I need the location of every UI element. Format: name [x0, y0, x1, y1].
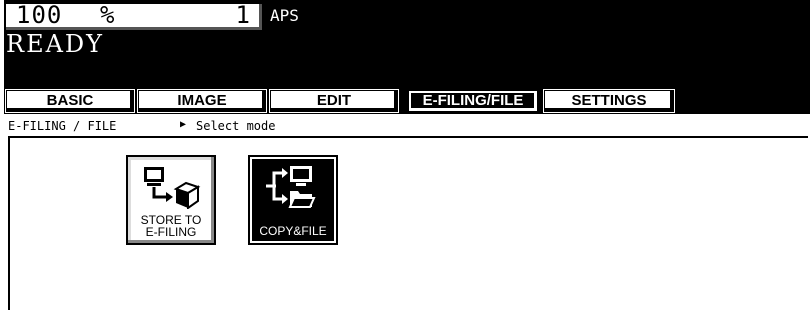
status-header: 100 % 1 APS READY BASIC IMAGE EDIT E-FIL…: [4, 0, 810, 114]
store-to-efiling-button[interactable]: STORE TO E-FILING: [126, 155, 216, 245]
tab-image[interactable]: IMAGE: [138, 90, 266, 112]
tab-e-filing-file[interactable]: E-FILING/FILE: [408, 90, 538, 112]
tab-image-label: IMAGE: [177, 92, 227, 109]
tab-settings[interactable]: SETTINGS: [544, 90, 674, 112]
right-arrow-icon: ▶: [180, 119, 187, 130]
zoom-value: 100: [16, 1, 63, 29]
store-to-efiling-label-line2: E-FILING: [145, 225, 197, 239]
copier-control-panel: 100 % 1 APS READY BASIC IMAGE EDIT E-FIL…: [4, 0, 810, 310]
tab-basic-label: BASIC: [46, 92, 94, 109]
tab-edit[interactable]: EDIT: [270, 90, 398, 112]
tab-e-filing-file-label: E-FILING/FILE: [422, 92, 524, 109]
copy-and-file-button[interactable]: COPY&FILE: [248, 155, 338, 245]
tab-edit-label: EDIT: [316, 92, 352, 109]
breadcrumb-section: E-FILING / FILE: [8, 119, 117, 133]
copy-and-file-icon: [266, 166, 316, 208]
breadcrumb-prompt: Select mode: [196, 119, 276, 133]
breadcrumb: E-FILING / FILE ▶ Select mode: [8, 118, 808, 138]
zoom-percent-sign: %: [100, 1, 115, 29]
tab-basic[interactable]: BASIC: [6, 90, 134, 112]
quantity-display: 100 % 1: [6, 1, 262, 30]
paper-mode-indicator: APS: [270, 6, 299, 25]
copy-count: 1: [235, 1, 250, 29]
tab-settings-label: SETTINGS: [571, 92, 647, 109]
machine-status: READY: [6, 30, 105, 58]
copy-and-file-label: COPY&FILE: [259, 224, 327, 238]
store-to-efiling-icon: [144, 167, 201, 209]
